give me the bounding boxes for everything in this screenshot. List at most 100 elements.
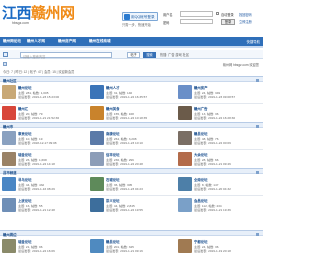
- quick-nav-link[interactable]: 快捷导航: [246, 39, 260, 44]
- section-header[interactable]: 赣州社区: [0, 76, 263, 83]
- forum-last-post[interactable]: 最后发表: 2019-1-16 08:29: [18, 186, 55, 191]
- nav-item-mall[interactable]: 赣州在线商城: [89, 39, 111, 44]
- site-logo[interactable]: 江西赣州网 hbsgz.com: [2, 4, 75, 25]
- forum-item[interactable]: 赣州论坛 主题: 281, 帖数: 1,005 最后发表: 2019-1-23 15…: [0, 83, 85, 105]
- row-divider: [0, 149, 263, 150]
- forum-thumbnail[interactable]: [90, 85, 104, 99]
- forum-last-post[interactable]: 最后发表: 2019-1-22 10:18:35: [106, 115, 147, 120]
- forum-item[interactable]: 南康论坛 主题: 264, 帖数: 3,208 最后发表: 2019-1-23 10…: [88, 129, 173, 151]
- stats-text: 今日: 7 | 昨日: 12 | 帖子: 47 | 会员: 15 | 欢迎新会员: [3, 70, 75, 74]
- forum-thumbnail[interactable]: [2, 152, 16, 166]
- site-header: 江西赣州网 hbsgz.com 用QQ帐号登录 只需一步，快速开始 用户名 自动…: [0, 0, 263, 34]
- user-label: 用户名: [163, 13, 173, 17]
- collapse-icon[interactable]: [256, 232, 259, 236]
- forum-last-post[interactable]: 最后发表: 2019-1-23 15:23:00: [18, 94, 59, 99]
- forum-item[interactable]: 赣州房产 主题: 24, 帖数: 349 最后发表: 2019-1-23 09:08…: [176, 83, 261, 105]
- search-placeholder: 请输入搜索内容: [23, 54, 46, 59]
- logo-sub: hbsgz.com: [12, 21, 29, 25]
- collapse-icon[interactable]: [256, 170, 259, 174]
- username-input[interactable]: [180, 11, 213, 17]
- section-header[interactable]: 县市频道: [0, 168, 263, 175]
- forum-item[interactable]: 章贡论坛 主题: 10, 帖数: 19 最后发表: 2018-12-17 09:08: [0, 129, 85, 151]
- forum-thumbnail[interactable]: [178, 198, 192, 212]
- auto-login-checkbox[interactable]: [216, 12, 219, 15]
- forum-last-post[interactable]: 最后发表: 2019-1-22 20:48: [106, 161, 143, 166]
- forum-thumbnail[interactable]: [178, 152, 192, 166]
- forum-thumbnail[interactable]: [2, 85, 16, 99]
- login-form: 用户名 自动登录 找回密码 密码 登录 立即注册: [163, 11, 263, 29]
- search-button[interactable]: 搜索: [143, 51, 156, 58]
- forum-thumbnail[interactable]: [178, 106, 192, 120]
- home-icon[interactable]: [3, 52, 8, 57]
- password-input[interactable]: [180, 18, 213, 24]
- forum-last-post[interactable]: 最后发表: 2019-1-22 14:18: [18, 161, 55, 166]
- forum-item[interactable]: 全南论坛 主题: 8, 帖数: 147 最后发表: 2019-1-20 04:32: [176, 175, 261, 197]
- forum-item[interactable]: 上犹论坛 主题: 16, 帖数: 55 最后发表: 2019-1-21 12:48: [0, 196, 85, 218]
- nav-item-jobs[interactable]: 赣州人才网: [27, 39, 45, 44]
- forum-last-post[interactable]: 最后发表: 2019-1-19 20:18: [194, 248, 231, 253]
- forum-item[interactable]: 宁都论坛 主题: 24, 帖数: 36 最后发表: 2019-1-19 20:18: [176, 237, 261, 259]
- logo-text-b: 赣州网: [31, 4, 75, 22]
- forum-thumbnail[interactable]: [90, 131, 104, 145]
- forum-item[interactable]: 赣县论坛 主题: 48, 帖数: 76 最后发表: 2019-1-22 00:09: [176, 129, 261, 151]
- forum-thumbnail[interactable]: [90, 177, 104, 191]
- forum-item[interactable]: 瑞金论坛 主题: 21, 帖数: 96 最后发表: 2019-1-22 16:06: [0, 237, 85, 259]
- forum-last-post[interactable]: 最后发表: 2018-12-17 09:08: [18, 140, 57, 145]
- login-button[interactable]: 登录: [221, 18, 235, 25]
- forum-thumbnail[interactable]: [90, 198, 104, 212]
- forum-thumbnail[interactable]: [2, 131, 16, 145]
- forum-last-post[interactable]: 最后发表: 2019-1-22 16:35:57: [106, 94, 147, 99]
- search-type-select[interactable]: 帖子: [127, 51, 140, 58]
- forum-thumbnail[interactable]: [2, 177, 16, 191]
- forum-item[interactable]: 赣州人才 主题: 31, 帖数: 140 最后发表: 2019-1-22 16:35…: [88, 83, 173, 105]
- forum-thumbnail[interactable]: [90, 152, 104, 166]
- announcement-row: 赣州网 hbsgz.com 欢迎您: [0, 61, 263, 68]
- nav-item-house[interactable]: 赣州房产网: [58, 39, 76, 44]
- forum-item[interactable]: 寻乌论坛 主题: 44, 帖数: 432 最后发表: 2019-1-16 08:29: [0, 175, 85, 197]
- forum-thumbnail[interactable]: [90, 239, 104, 253]
- collapse-icon[interactable]: [256, 78, 259, 82]
- forum-last-post[interactable]: 最后发表: 2019-1-22 16:28:30: [194, 115, 235, 120]
- collapse-icon[interactable]: [256, 124, 259, 128]
- announce-text[interactable]: 赣州网 hbsgz.com 欢迎您: [223, 62, 259, 67]
- forum-item[interactable]: 赣县论坛 主题: 201, 帖数: 345 最后发表: 2019-1-21 09:1…: [88, 237, 173, 259]
- search-input[interactable]: 请输入搜索内容: [20, 51, 112, 59]
- section-header[interactable]: 赣州市: [0, 122, 263, 129]
- register-link[interactable]: 立即注册: [239, 19, 252, 24]
- forum-last-post[interactable]: 最后发表: 2019-1-23 04:23: [106, 186, 143, 191]
- logo-text-a: 江西: [2, 4, 32, 22]
- forum-thumbnail[interactable]: [178, 177, 192, 191]
- forum-last-post[interactable]: 最后发表: 2019-1-23 09:08:57: [194, 94, 235, 99]
- forum-last-post[interactable]: 最后发表: 2019-1-22 16:06: [18, 248, 55, 253]
- forum-item[interactable]: 会昌论坛 主题: 112, 帖数: 234 最后发表: 2019-1-21 19:3…: [176, 196, 261, 218]
- forum-thumbnail[interactable]: [178, 239, 192, 253]
- nav-item-forum[interactable]: 赣州网论坛: [3, 39, 21, 44]
- forum-thumbnail[interactable]: [2, 106, 16, 120]
- forgot-password-link[interactable]: 找回密码: [239, 12, 252, 17]
- qq-icon: [124, 14, 130, 20]
- forum-last-post[interactable]: 最后发表: 2019-1-21 09:16: [106, 248, 143, 253]
- qq-login-sub: 只需一步，快速开始: [122, 23, 151, 27]
- forum-last-post[interactable]: 最后发表: 2019-1-21 12:48: [18, 207, 55, 212]
- qq-login-button[interactable]: 用QQ帐号登录: [122, 12, 158, 21]
- forum-thumbnail[interactable]: [2, 198, 16, 212]
- forum-item[interactable]: 石城论坛 主题: 36, 帖数: 305 最后发表: 2019-1-23 04:23: [88, 175, 173, 197]
- forum-thumbnail[interactable]: [90, 106, 104, 120]
- forum-last-post[interactable]: 最后发表: 2019-1-22 19:55: [106, 207, 143, 212]
- forum-last-post[interactable]: 最后发表: 2019-1-21 09:46: [194, 161, 231, 166]
- section-header[interactable]: 赣州周边: [0, 230, 263, 237]
- announce-icon: [3, 62, 7, 66]
- hot-search[interactable]: 热搜: 广告 游戏 社区: [160, 52, 189, 57]
- forum-thumbnail[interactable]: [2, 239, 16, 253]
- pass-label: 密码: [163, 20, 170, 25]
- forum-last-post[interactable]: 最后发表: 2019-1-21 21:52:36: [18, 115, 59, 120]
- forum-thumbnail[interactable]: [178, 85, 192, 99]
- forum-last-post[interactable]: 最后发表: 2019-1-21 19:36: [194, 207, 231, 212]
- qq-login-label: 用QQ帐号登录: [131, 14, 155, 19]
- forum-item[interactable]: 崇义论坛 主题: 44, 帖数: 2,845 最后发表: 2019-1-22 19:…: [88, 196, 173, 218]
- forum-last-post[interactable]: 最后发表: 2019-1-23 10:10: [106, 140, 143, 145]
- forum-last-post[interactable]: 最后发表: 2019-1-22 00:09: [194, 140, 231, 145]
- row-divider: [0, 195, 263, 196]
- forum-thumbnail[interactable]: [178, 131, 192, 145]
- forum-last-post[interactable]: 最后发表: 2019-1-20 04:32: [194, 186, 231, 191]
